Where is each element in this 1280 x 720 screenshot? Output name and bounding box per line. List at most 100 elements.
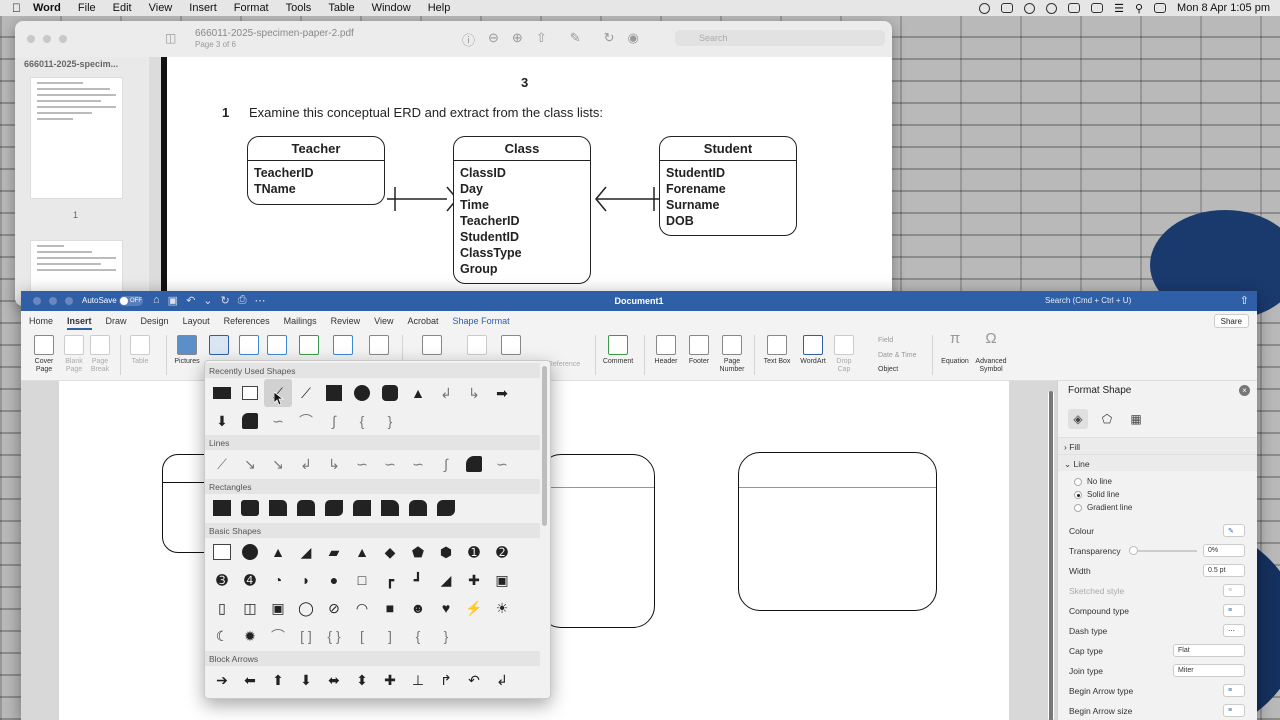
pictures-button[interactable]: Pictures (171, 335, 203, 366)
cloud-icon[interactable]: ✹ (236, 622, 264, 650)
rotate-icon[interactable]: ↻ (604, 30, 615, 49)
gradient-line-radio[interactable]: Gradient line (1074, 503, 1132, 512)
text-box-icon[interactable] (208, 538, 236, 566)
slider-thumb[interactable] (1129, 546, 1138, 555)
layout-tab-icon[interactable]: ▦ (1126, 409, 1146, 429)
round-same-side-rectangle-icon[interactable] (404, 494, 432, 522)
sun-icon[interactable]: ☀ (488, 594, 516, 622)
tab-draw[interactable]: Draw (99, 311, 134, 331)
curve-icon[interactable]: ∫ (432, 450, 460, 478)
shapes-button[interactable] (206, 335, 232, 358)
close-button[interactable] (27, 35, 35, 43)
join-type-dropdown[interactable]: Miter (1173, 664, 1245, 677)
snip-single-corner-rectangle-icon[interactable] (264, 494, 292, 522)
comment-button[interactable]: Comment (600, 335, 636, 366)
up-arrow-icon[interactable]: ⬆ (264, 666, 292, 694)
lightning-bolt-icon[interactable]: ⚡ (460, 594, 488, 622)
u-turn-arrow-icon[interactable]: ↶ (460, 666, 488, 694)
drop-cap-button[interactable]: Drop Cap (831, 335, 857, 374)
moon-icon[interactable]: ☾ (208, 622, 236, 650)
cube-icon[interactable]: ◫ (236, 594, 264, 622)
dash-type-dropdown[interactable]: ⋯ (1223, 624, 1245, 637)
search-icon[interactable]: ⚲ (1135, 2, 1143, 15)
diagonal-stripe-icon[interactable]: ◢ (432, 566, 460, 594)
minimize-button[interactable] (43, 35, 51, 43)
tab-mailings[interactable]: Mailings (277, 311, 324, 331)
round-diagonal-rectangle-icon[interactable] (432, 494, 460, 522)
down-arrow-icon[interactable]: ⬇ (292, 666, 320, 694)
elbow-arrow-shape-icon[interactable]: ↳ (460, 379, 488, 407)
hexagon-icon[interactable]: ⬢ (432, 538, 460, 566)
rounded-rectangle-shape[interactable] (738, 452, 937, 611)
word-search-input[interactable]: Search (Cmd + Ctrl + U) (1045, 296, 1131, 305)
menu-tools[interactable]: Tools (286, 2, 312, 14)
smartart-button[interactable] (296, 335, 322, 358)
decagon-icon[interactable]: ➌ (208, 566, 236, 594)
cap-type-dropdown[interactable]: Flat (1173, 644, 1245, 657)
tab-layout[interactable]: Layout (176, 311, 217, 331)
icons-button[interactable] (236, 335, 262, 358)
teardrop-icon[interactable]: ● (320, 566, 348, 594)
double-brace-icon[interactable]: { } (320, 622, 348, 650)
down-arrow-shape-icon[interactable]: ⬇ (208, 407, 236, 435)
menu-table[interactable]: Table (328, 2, 354, 14)
left-brace-icon[interactable]: { (404, 622, 432, 650)
equation-button[interactable]: π Equation (938, 331, 972, 366)
plus-icon[interactable]: ✚ (460, 566, 488, 594)
wordart-button[interactable]: WordArt (797, 335, 829, 366)
tab-review[interactable]: Review (324, 311, 368, 331)
line-arrow-shape-icon[interactable]: ⟋ (292, 379, 320, 407)
cover-page-button[interactable]: Cover Page (31, 335, 57, 374)
begin-arrow-size-dropdown[interactable]: ≡ (1223, 704, 1245, 717)
blank-page-button[interactable]: Blank Page (61, 335, 87, 374)
header-button[interactable]: Header (651, 335, 681, 366)
left-up-arrow-icon[interactable]: ↲ (488, 666, 516, 694)
chart-button[interactable] (330, 335, 356, 358)
screenshot-button[interactable] (366, 335, 392, 358)
sidebar-toggle-icon[interactable]: ◫ (165, 31, 176, 45)
share-icon[interactable]: ⇧ (1240, 294, 1249, 307)
menu-file[interactable]: File (78, 2, 96, 14)
block-arc-icon[interactable]: ◠ (348, 594, 376, 622)
bevel-icon[interactable]: ▣ (264, 594, 292, 622)
left-right-up-arrow-icon[interactable]: ⊥ (404, 666, 432, 694)
page-number-button[interactable]: Page Number (717, 335, 747, 374)
left-bracket-icon[interactable]: [ (348, 622, 376, 650)
bent-up-arrow-icon[interactable]: ↳ (208, 694, 236, 698)
donut-icon[interactable]: ◯ (292, 594, 320, 622)
tab-references[interactable]: References (217, 311, 277, 331)
can-icon[interactable]: ▯ (208, 594, 236, 622)
trapezoid-icon[interactable]: ▲ (348, 538, 376, 566)
arc-icon[interactable]: ⌒ (264, 622, 292, 650)
tab-home[interactable]: Home (21, 311, 60, 331)
freeform-shape-icon[interactable]: ∽ (264, 407, 292, 435)
folded-corner-icon[interactable]: ■ (376, 594, 404, 622)
pie-icon[interactable]: ◔ (264, 566, 292, 594)
wifi-icon[interactable]: ☰ (1114, 2, 1124, 15)
transparency-field[interactable]: 0% (1203, 544, 1245, 557)
add-in-button[interactable] (498, 335, 524, 358)
snip-diagonal-rectangle-icon[interactable] (320, 494, 348, 522)
text-box-button[interactable]: Text Box (761, 335, 793, 366)
info-icon[interactable]: ⓘ (462, 30, 475, 49)
left-brace-shape-icon[interactable]: { (348, 407, 376, 435)
share-icon[interactable]: ⇧ (536, 30, 547, 49)
tab-view[interactable]: View (367, 311, 400, 331)
footer-button[interactable]: Footer (685, 335, 713, 366)
sketched-style-dropdown[interactable]: ≡ (1223, 584, 1245, 597)
chord-icon[interactable]: ◗ (292, 566, 320, 594)
link-button[interactable] (419, 335, 445, 358)
menu-insert[interactable]: Insert (189, 2, 217, 14)
double-arrow-line-icon[interactable]: ↘ (264, 450, 292, 478)
heptagon-icon[interactable]: ➊ (460, 538, 488, 566)
arc-shape-icon[interactable]: ⌒ (292, 407, 320, 435)
fill-section[interactable]: › Fill (1058, 437, 1257, 454)
user-icon[interactable] (1046, 2, 1058, 14)
page-break-button[interactable]: Page Break (87, 335, 113, 374)
rectangle-shape-icon[interactable] (208, 379, 236, 407)
markup-icon[interactable]: ✎ (570, 30, 581, 49)
bent-arrow-icon[interactable]: ↱ (432, 666, 460, 694)
compound-type-dropdown[interactable]: ≡ (1223, 604, 1245, 617)
quad-arrow-icon[interactable]: ✚ (376, 666, 404, 694)
curved-arrow-connector-icon[interactable]: ∽ (376, 450, 404, 478)
